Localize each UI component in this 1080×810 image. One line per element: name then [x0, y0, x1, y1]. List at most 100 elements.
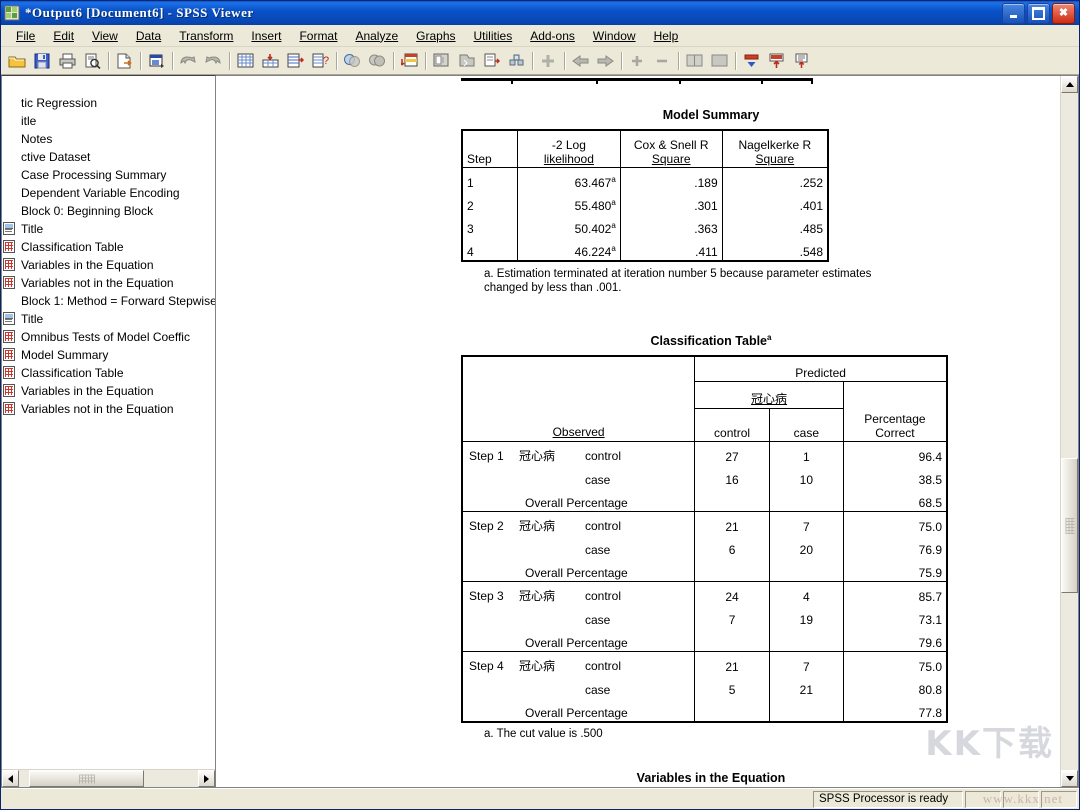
redo-icon[interactable]	[201, 49, 225, 72]
close-button[interactable]: ✖	[1052, 2, 1075, 24]
minimize-button[interactable]	[1002, 2, 1025, 24]
outline-item-case-processing-summary[interactable]: Case Processing Summary	[2, 166, 215, 184]
menu-help[interactable]: Help	[645, 27, 688, 45]
value-labels-icon[interactable]	[536, 49, 560, 72]
menu-addons[interactable]: Add-ons	[521, 27, 584, 45]
scroll-down-button[interactable]	[1061, 770, 1078, 787]
menu-utilities[interactable]: Utilities	[465, 27, 522, 45]
output-document-viewport[interactable]: Model Summary Step -2 Log likelihood Cox…	[216, 76, 1060, 787]
save-icon[interactable]	[30, 49, 54, 72]
menu-addons-label: Add-ons	[530, 28, 575, 43]
cell-step: Step 3	[469, 589, 504, 604]
find-variable-icon[interactable]: ?	[308, 49, 332, 72]
scroll-right-button[interactable]	[198, 770, 215, 787]
scroll-thumb-vertical[interactable]	[1061, 458, 1078, 593]
outline-horizontal-scrollbar[interactable]	[2, 769, 215, 787]
cell-pred-case: 7	[769, 511, 844, 536]
header-step: Step	[461, 129, 518, 168]
menu-edit[interactable]: Edit	[44, 27, 83, 45]
outline-item-omnibus-tests[interactable]: Omnibus Tests of Model Coeffic	[2, 328, 215, 346]
menu-file[interactable]: File	[7, 27, 44, 45]
collapse-outline-icon[interactable]	[707, 49, 731, 72]
cell-percentage-correct: 73.1	[843, 605, 948, 629]
cell-group: 冠心病	[519, 449, 556, 464]
export-document-icon[interactable]	[112, 49, 136, 72]
outline-item-variables-not-in-equation-0[interactable]: Variables not in the Equation	[2, 274, 215, 292]
menu-transform[interactable]: Transform	[170, 27, 242, 45]
header-log-likelihood-line2: likelihood	[543, 152, 594, 166]
expand-outline-icon[interactable]	[682, 49, 706, 72]
outline-item-notes[interactable]: Notes	[2, 130, 215, 148]
recall-dialog-icon[interactable]	[144, 49, 168, 72]
table-icon	[2, 366, 17, 380]
print-icon[interactable]	[55, 49, 79, 72]
menu-analyze[interactable]: Analyze	[346, 27, 407, 45]
cell-group: 冠心病	[519, 519, 556, 534]
find-next-icon[interactable]	[365, 49, 389, 72]
table-row: Overall Percentage 77.8	[461, 698, 948, 724]
menu-format[interactable]: Format	[290, 27, 346, 45]
cell-outcome: control	[585, 589, 622, 604]
cell-overall-percentage: 68.5	[843, 488, 948, 513]
undo-icon[interactable]	[176, 49, 200, 72]
find-icon[interactable]	[340, 49, 364, 72]
outline-item-active-dataset[interactable]: ctive Dataset	[2, 148, 215, 166]
outline-item-model-summary[interactable]: Model Summary	[2, 346, 215, 364]
previous-output-icon[interactable]	[568, 49, 592, 72]
split-file-icon[interactable]	[454, 49, 478, 72]
outline-item-title-2[interactable]: Title	[2, 310, 215, 328]
outline-item-logistic-regression[interactable]: tic Regression	[2, 94, 215, 112]
outline-item-dependent-variable-encoding[interactable]: Dependent Variable Encoding	[2, 184, 215, 202]
outline-item-classification-table-1[interactable]: Classification Table	[2, 364, 215, 382]
show-hide-icon[interactable]	[739, 49, 763, 72]
outline-tree[interactable]: tic Regression itle Notes ctive Dataset …	[2, 76, 215, 769]
output-vertical-scrollbar[interactable]	[1060, 76, 1078, 787]
table-icon	[2, 330, 17, 344]
outline-item-variables-not-in-equation-1[interactable]: Variables not in the Equation	[2, 400, 215, 418]
menu-file-label: File	[16, 28, 36, 43]
cell-empty	[694, 628, 770, 653]
menu-data[interactable]: Data	[127, 27, 170, 45]
cell-overall-label: Overall Percentage	[461, 488, 696, 513]
insert-heading-icon[interactable]	[764, 49, 788, 72]
outline-item-block-1[interactable]: Block 1: Method = Forward Stepwise	[2, 292, 215, 310]
scroll-thumb-horizontal[interactable]	[29, 770, 144, 787]
goto-data-icon[interactable]	[233, 49, 257, 72]
maximize-button[interactable]	[1027, 2, 1050, 24]
weight-cases-icon[interactable]	[479, 49, 503, 72]
outline-item-block-0[interactable]: Block 0: Beginning Block	[2, 202, 215, 220]
goto-case-icon[interactable]	[258, 49, 282, 72]
scroll-left-button[interactable]	[2, 770, 19, 787]
outline-item-title-0[interactable]: itle	[2, 112, 215, 130]
outline-item-classification-table-0[interactable]: Classification Table	[2, 238, 215, 256]
variables-icon[interactable]	[283, 49, 307, 72]
outline-item-label: Variables not in the Equation	[21, 276, 174, 290]
print-preview-icon[interactable]	[80, 49, 104, 72]
menu-graphs[interactable]: Graphs	[407, 27, 464, 45]
outline-item-variables-in-equation-1[interactable]: Variables in the Equation	[2, 382, 215, 400]
header-predicted-control: control	[694, 408, 770, 443]
insert-title-icon[interactable]	[789, 49, 813, 72]
promote-icon[interactable]	[625, 49, 649, 72]
cell-percentage-correct: 80.8	[843, 675, 948, 699]
scroll-track-vertical[interactable]	[1061, 93, 1078, 770]
menu-view[interactable]: View	[83, 27, 127, 45]
menu-window[interactable]: Window	[584, 27, 645, 45]
scroll-track-horizontal[interactable]	[19, 770, 198, 787]
open-folder-icon[interactable]	[5, 49, 29, 72]
status-cell-3	[1003, 790, 1039, 808]
insert-variable-icon[interactable]	[429, 49, 453, 72]
cell-percentage-correct: 96.4	[843, 441, 948, 466]
next-output-icon[interactable]	[593, 49, 617, 72]
scroll-up-button[interactable]	[1061, 76, 1078, 93]
select-cases-icon[interactable]	[504, 49, 528, 72]
menu-insert[interactable]: Insert	[242, 27, 290, 45]
table-row: case 16 10 38.5	[461, 465, 948, 489]
demote-icon[interactable]	[650, 49, 674, 72]
outline-item-label: Model Summary	[21, 348, 109, 362]
cell-log-likelihood: 50.402a	[517, 214, 621, 237]
insert-cases-icon[interactable]	[397, 49, 421, 72]
outline-item-title-1[interactable]: Title	[2, 220, 215, 238]
outline-item-variables-in-equation-0[interactable]: Variables in the Equation	[2, 256, 215, 274]
toolbar-separator	[105, 51, 112, 71]
